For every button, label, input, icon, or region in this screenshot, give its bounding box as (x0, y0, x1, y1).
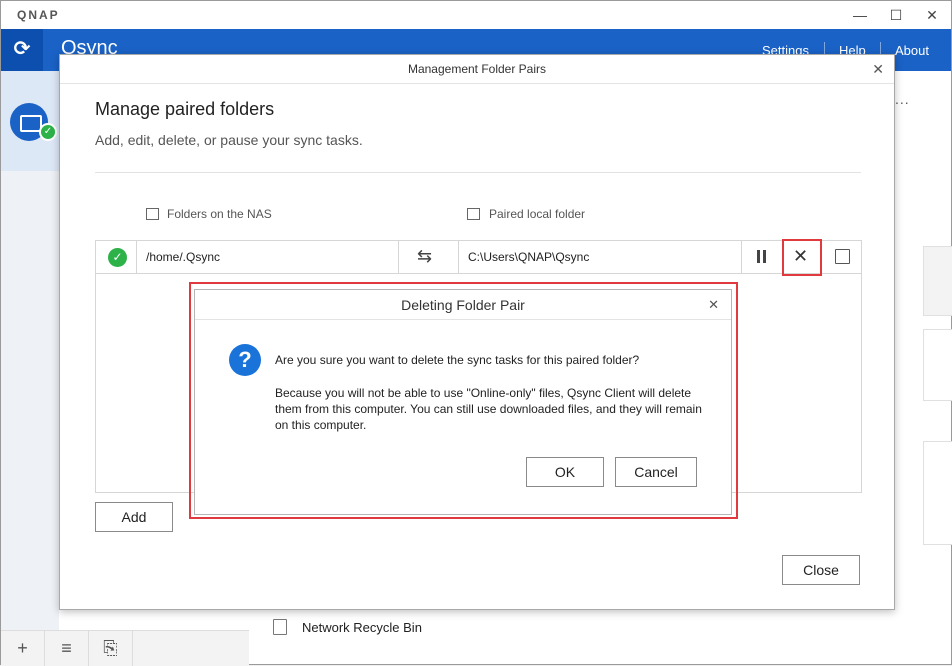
column-header-nas: Folders on the NAS (167, 207, 272, 221)
recycle-bin-icon (273, 619, 287, 635)
history-icon[interactable]: ⎘ (89, 631, 133, 666)
confirm-detail: Because you will not be able to use "Onl… (275, 386, 702, 432)
monitor-icon (467, 208, 480, 220)
minimize-button[interactable]: — (845, 5, 875, 25)
dialog-title: Deleting Folder Pair (195, 290, 731, 320)
ok-button[interactable]: OK (526, 457, 604, 487)
edit-icon[interactable] (835, 249, 850, 264)
divider (458, 241, 459, 273)
sync-arrows-icon: ⇆ (417, 246, 433, 266)
page-title: Manage paired folders (95, 99, 275, 119)
synced-check-icon: ✓ (108, 248, 127, 267)
close-window-button[interactable]: ✕ (917, 5, 947, 25)
check-icon: ✓ (39, 123, 57, 141)
local-path: C:\Users\QNAP\Qsync (468, 250, 590, 264)
confirm-question: Are you sure you want to delete the sync… (275, 353, 640, 367)
sync-icon: ⟳ (13, 38, 31, 60)
bottom-toolbar: + ≡ ⎘ (1, 630, 249, 666)
sidebar-item-nas[interactable]: ✓ (1, 71, 59, 171)
brand-logo: QNAP (17, 8, 60, 22)
add-button[interactable]: Add (95, 502, 173, 532)
sync-button[interactable]: ⟳ (1, 29, 43, 71)
table-row[interactable]: ✓ /home/.Qsync ⇆ C:\Users\QNAP\Qsync ✕ (96, 239, 861, 276)
add-icon[interactable]: + (1, 631, 45, 666)
divider (136, 241, 137, 273)
dialog-title: Management Folder Pairs (60, 55, 894, 84)
sort-icon[interactable]: ≡ (45, 631, 89, 666)
pause-icon[interactable] (757, 250, 767, 264)
delete-icon[interactable]: ✕ (793, 246, 808, 267)
close-icon[interactable]: ✕ (708, 297, 719, 313)
divider (95, 172, 861, 173)
divider (741, 241, 742, 273)
about-link[interactable]: About (895, 43, 929, 58)
question-icon: ? (229, 344, 261, 376)
column-header-local: Paired local folder (489, 207, 586, 221)
confirm-dialog: Deleting Folder Pair ✕ ? Are you sure yo… (194, 289, 732, 515)
recycle-bin-label[interactable]: Network Recycle Bin (302, 620, 422, 635)
close-icon[interactable]: ✕ (872, 61, 884, 78)
close-button[interactable]: Close (782, 555, 860, 585)
background-panel (923, 329, 952, 401)
title-bar: QNAP — ☐ ✕ (1, 1, 951, 29)
page-subtitle: Add, edit, delete, or pause your sync ta… (95, 132, 363, 148)
nas-path: /home/.Qsync (146, 250, 221, 264)
divider (398, 241, 399, 273)
more-options-icon[interactable]: ... (895, 91, 910, 107)
background-panel (923, 441, 952, 545)
sidebar: ✓ (1, 71, 59, 631)
background-panel (923, 246, 952, 316)
cancel-button[interactable]: Cancel (615, 457, 697, 487)
nas-folder-icon (146, 208, 159, 220)
maximize-button[interactable]: ☐ (881, 5, 911, 25)
